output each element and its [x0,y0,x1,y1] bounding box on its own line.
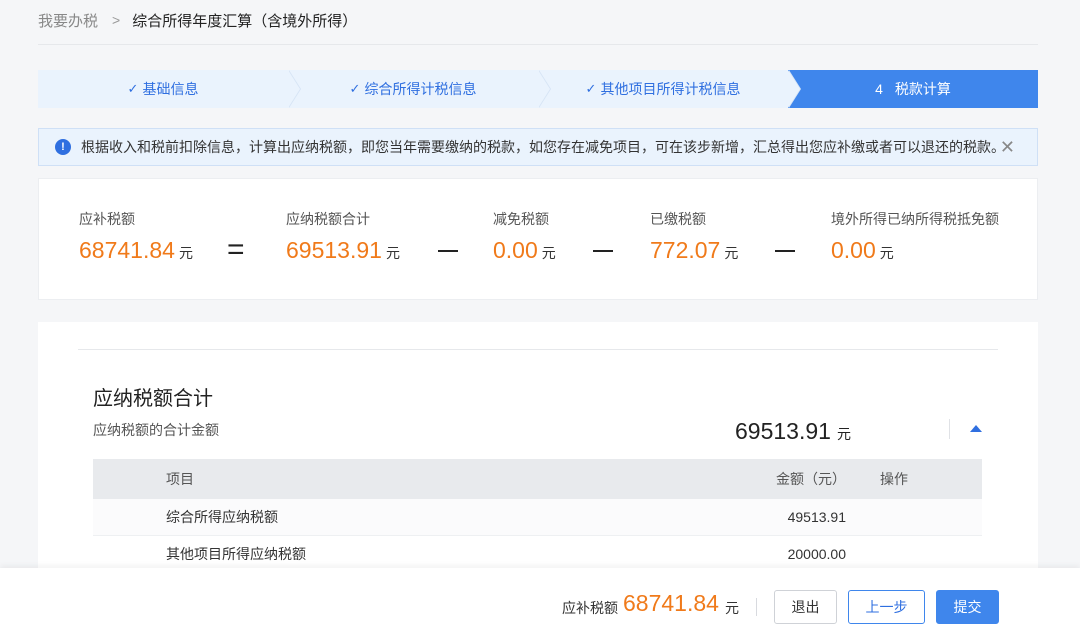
header-action: 操作 [880,471,908,487]
card-divider [78,349,998,350]
step-progress: ✓ 基础信息 ✓ 综合所得计税信息 ✓ 其他项目所得计税信息 4 税款计算 [38,70,1038,108]
breadcrumb: 我要办税 > 综合所得年度汇算（含境外所得） [38,10,357,30]
step-basic-info[interactable]: ✓ 基础信息 [38,70,301,108]
minus-sign [775,250,795,252]
footer-action-bar: 应补税额 68741.84 元 退出 上一步 提交 [0,568,1080,636]
header-amount: 金额（元） [776,471,846,487]
section-divider [949,419,950,439]
reduction-tax-value: 0.00 [493,237,538,263]
total-tax-label: 应纳税额合计 [286,211,370,227]
foreign-credit-value: 0.00 [831,237,876,263]
payable-tax-value: 68741.84 [79,237,175,263]
section-title: 应纳税额合计 [93,388,213,410]
step-label: 税款计算 [894,81,951,97]
reduction-tax-label: 减免税额 [493,211,549,227]
step-number: 4 [875,81,883,97]
close-icon[interactable]: ✕ [1000,137,1015,158]
step-comprehensive-income[interactable]: ✓ 综合所得计税信息 [288,70,551,108]
section-amount: 69513.91 元 [735,418,851,445]
collapse-caret-up-icon[interactable] [970,425,982,432]
step-tax-calculation[interactable]: 4 税款计算 [788,70,1038,108]
footer-divider [756,598,757,616]
equals-sign: = [227,233,245,266]
notice-text: 根据收入和税前扣除信息，计算出应纳税额，即您当年需要缴纳的税款，如您存在减免项目… [81,139,1005,155]
footer-payable-value: 68741.84 [623,590,719,616]
unit-label: 元 [836,426,851,442]
unit-label: 元 [385,245,400,261]
step-label: 综合所得计税信息 [364,81,477,97]
header-divider [38,44,1038,45]
minus-sign [438,250,458,252]
row-item: 其他项目所得应纳税额 [166,546,306,562]
step-other-income[interactable]: ✓ 其他项目所得计税信息 [538,70,801,108]
row-amount: 49513.91 [787,509,846,525]
check-icon: ✓ [349,81,361,96]
header-item: 项目 [166,471,194,487]
section-subtitle: 应纳税额的合计金额 [93,422,219,438]
foreign-credit-label: 境外所得已纳所得税抵免额 [831,211,999,227]
row-item: 综合所得应纳税额 [166,509,278,525]
step-arrow-icon [538,70,550,108]
step-arrow-icon [788,70,800,108]
foreign-credit: 境外所得已纳所得税抵免额 0.00 元 [831,209,999,264]
step-arrow-icon [288,70,300,108]
check-icon: ✓ [127,81,139,96]
check-icon: ✓ [585,81,597,96]
breadcrumb-current: 综合所得年度汇算（含境外所得） [132,12,358,30]
footer-unit: 元 [725,600,739,616]
tax-formula-summary: 应补税额 68741.84 元 = 应纳税额合计 69513.91 元 减免税额 0… [38,178,1038,300]
unit-label: 元 [541,245,556,261]
previous-step-button[interactable]: 上一步 [848,590,925,624]
table-header: 项目 金额（元） 操作 [93,459,982,499]
minus-sign [593,250,613,252]
breadcrumb-separator-icon: > [112,12,121,28]
reduction-tax: 减免税额 0.00 元 [493,209,556,264]
unit-label: 元 [724,245,739,261]
total-tax: 应纳税额合计 69513.91 元 [286,209,400,264]
row-amount: 20000.00 [787,546,846,562]
paid-tax-value: 772.07 [650,237,721,263]
step-label: 其他项目所得计税信息 [600,81,741,97]
total-tax-value: 69513.91 [286,237,382,263]
breadcrumb-home-link[interactable]: 我要办税 [38,10,98,31]
paid-tax: 已缴税额 772.07 元 [650,209,738,264]
payable-tax-label: 应补税额 [79,211,135,227]
unit-label: 元 [879,245,894,261]
payable-tax: 应补税额 68741.84 元 [79,209,193,264]
unit-label: 元 [178,245,193,261]
step-label: 基础信息 [142,81,199,97]
paid-tax-label: 已缴税额 [650,211,706,227]
info-notice: ! 根据收入和税前扣除信息，计算出应纳税额，即您当年需要缴纳的税款，如您存在减免… [38,128,1038,166]
footer-payable-label: 应补税额 [562,600,618,616]
section-amount-value: 69513.91 [735,418,831,444]
table-row: 综合所得应纳税额 49513.91 [93,499,982,536]
info-icon: ! [55,139,71,155]
submit-button[interactable]: 提交 [936,590,999,624]
exit-button[interactable]: 退出 [774,590,837,624]
tax-items-table: 项目 金额（元） 操作 综合所得应纳税额 49513.91 其他项目所得应纳税额… [93,459,982,573]
